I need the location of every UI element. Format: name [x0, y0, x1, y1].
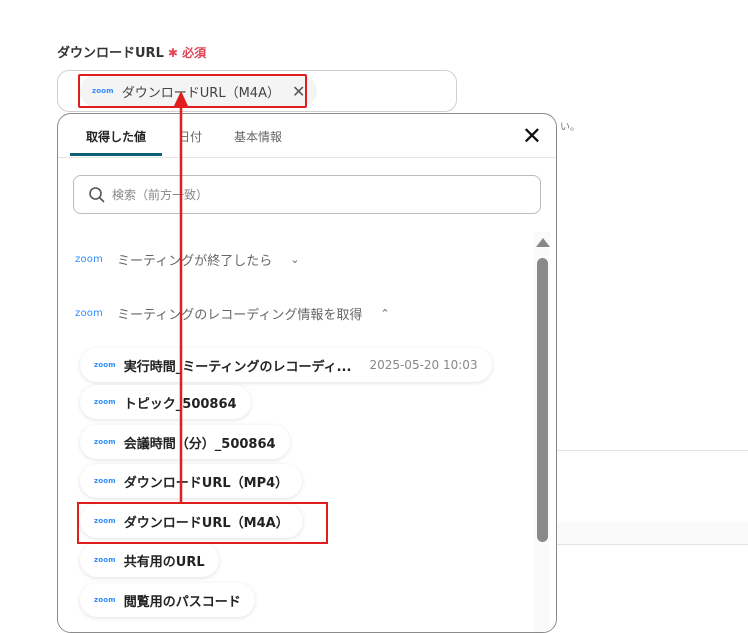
required-text: 必須 [182, 46, 207, 60]
zoom-logo-icon: zoom [75, 254, 104, 265]
chevron-up-icon: ⌃ [380, 307, 390, 320]
item-label: 閲覧用のパスコード [123, 594, 241, 610]
close-icon[interactable]: ✕ [522, 124, 542, 148]
zoom-logo-icon: zoom [75, 308, 104, 319]
zoom-logo-icon: zoom [94, 556, 116, 564]
annotation-highlight-box [77, 502, 328, 544]
required-badge: ✱ 必須 [168, 46, 206, 60]
zoom-logo-icon: zoom [94, 361, 116, 369]
list-item[interactable]: zoom 共有用のURL [80, 543, 219, 577]
chevron-down-icon: ⌄ [290, 253, 300, 266]
item-value: 2025-05-20 10:03 [369, 358, 478, 372]
scroll-up-arrow-icon[interactable] [536, 238, 550, 247]
item-label: 実行時間_ミーティングのレコーディ... [123, 359, 352, 375]
required-asterisk: ✱ [167, 46, 178, 60]
search-icon [89, 186, 105, 203]
list-item[interactable]: zoom 閲覧用のパスコード [80, 583, 255, 617]
section-label: ミーティングのレコーディング情報を取得 [117, 308, 363, 323]
values-list: zoom ミーティングが終了したら ⌄ zoom ミーティングのレコーディング情報を取… [58, 232, 556, 632]
tab-fetched-values[interactable]: 取得した値 [70, 128, 163, 156]
field-label-text: ダウンロードURL [57, 46, 164, 61]
tab-basic-info[interactable]: 基本情報 [218, 128, 298, 156]
zoom-logo-icon: zoom [94, 398, 116, 406]
zoom-logo-icon: zoom [94, 596, 116, 604]
search-input[interactable]: 検索（前方一致） [73, 175, 541, 214]
background-row [557, 522, 748, 545]
section-recording-info[interactable]: zoom ミーティングのレコーディング情報を取得 ⌃ [75, 304, 390, 323]
background-divider [557, 450, 748, 451]
tab-divider [58, 157, 556, 158]
item-label: 共有用のURL [123, 554, 205, 570]
item-label: ダウンロードURL（MP4） [123, 475, 289, 491]
annotation-arrow-icon [174, 91, 188, 502]
list-item[interactable]: zoom 実行時間_ミーティングのレコーディ... 2025-05-20 10:03 [80, 348, 492, 382]
item-label: 会議時間（分）_500864 [123, 436, 276, 452]
background-help-text: い。 [560, 122, 580, 133]
section-label: ミーティングが終了したら [117, 254, 273, 269]
zoom-logo-icon: zoom [94, 477, 116, 485]
field-label: ダウンロードURL ✱ 必須 [57, 42, 206, 61]
scrollbar-thumb[interactable] [537, 258, 548, 542]
list-item[interactable]: zoomトピック_500864 [80, 385, 251, 419]
zoom-logo-icon: zoom [94, 438, 116, 446]
value-picker-popup: 取得した値 日付 基本情報 ✕ 検索（前方一致） zoom ミーティングが終了した… [57, 113, 557, 633]
